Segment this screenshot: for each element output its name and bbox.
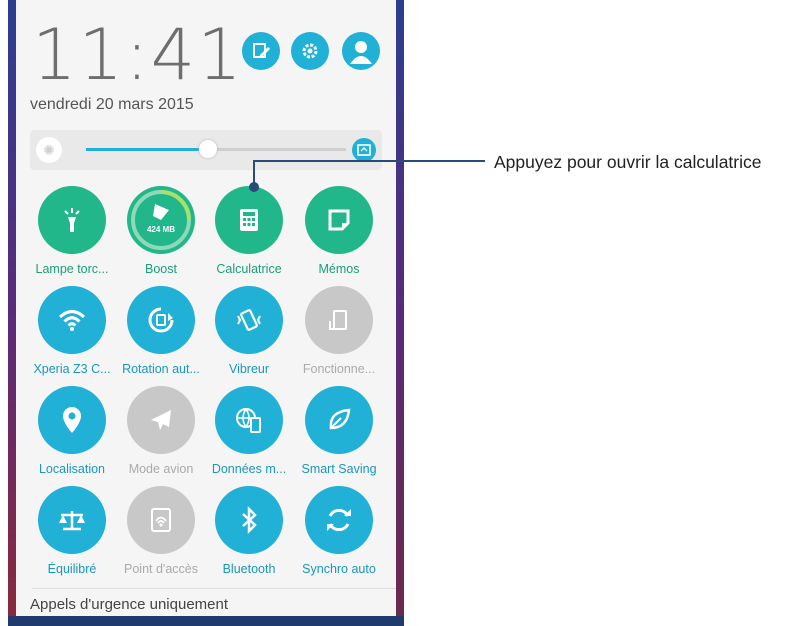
- tile-memo[interactable]: Mémos: [294, 186, 384, 276]
- balance-icon: [57, 507, 87, 533]
- sync-icon: [324, 505, 354, 535]
- tile-bluetooth-button[interactable]: [215, 486, 283, 554]
- tile-label: Point d'accès: [124, 562, 198, 576]
- clock: 11:41: [32, 14, 244, 96]
- tile-location-button[interactable]: [38, 386, 106, 454]
- tile-mobile-data-button[interactable]: [215, 386, 283, 454]
- tile-rotation[interactable]: Rotation aut...: [116, 286, 206, 376]
- brightness-low-icon: ✺: [36, 137, 62, 163]
- edit-button[interactable]: [242, 32, 280, 70]
- tile-sync-button[interactable]: [305, 486, 373, 554]
- callout-dot: [249, 182, 259, 192]
- tile-wifi[interactable]: Xperia Z3 C...: [27, 286, 117, 376]
- tile-label: Fonctionne...: [302, 362, 376, 376]
- wallpaper-edge-right: [396, 0, 404, 626]
- auto-brightness-icon: [357, 144, 371, 156]
- tile-label: Mémos: [318, 262, 360, 276]
- callout-line-horizontal: [253, 160, 485, 162]
- tile-label: Xperia Z3 C...: [33, 362, 111, 376]
- wallpaper-edge-left: [8, 0, 16, 626]
- tile-label: Bluetooth: [222, 562, 276, 576]
- tile-hotspot[interactable]: Point d'accès: [116, 486, 206, 576]
- user-profile-button[interactable]: [342, 32, 380, 70]
- flashlight-icon: [57, 205, 87, 235]
- vibrate-icon: [235, 306, 263, 334]
- auto-brightness-button[interactable]: [352, 138, 376, 162]
- tile-one-hand[interactable]: Fonctionne...: [294, 286, 384, 376]
- brightness-bar: ✺: [30, 130, 382, 170]
- user-icon: [350, 41, 372, 64]
- tile-vibrate[interactable]: Vibreur: [204, 286, 294, 376]
- calculator-icon: [236, 207, 262, 233]
- tile-flashlight[interactable]: Lampe torc...: [27, 186, 117, 276]
- tile-bluetooth[interactable]: Bluetooth: [204, 486, 294, 576]
- tile-label: Smart Saving: [301, 462, 377, 476]
- brightness-slider[interactable]: [86, 140, 346, 158]
- tile-vibrate-button[interactable]: [215, 286, 283, 354]
- tile-boost-button[interactable]: 424 MB: [127, 186, 195, 254]
- tile-flashlight-button[interactable]: [38, 186, 106, 254]
- settings-button[interactable]: [291, 32, 329, 70]
- hotspot-icon: [147, 506, 175, 534]
- wallpaper-edge-bottom: [8, 616, 404, 626]
- tile-label: Rotation aut...: [122, 362, 200, 376]
- tile-label: Boost: [145, 262, 177, 276]
- tile-label: Équilibré: [47, 562, 97, 576]
- edit-icon: [253, 43, 270, 58]
- tile-wifi-button[interactable]: [38, 286, 106, 354]
- svg-text:424 MB: 424 MB: [147, 225, 175, 234]
- callout-text: Appuyez pour ouvrir la calculatrice: [494, 152, 762, 172]
- memo-icon: [326, 207, 352, 233]
- rotation-icon: [146, 305, 176, 335]
- brightness-thumb[interactable]: [199, 140, 218, 158]
- brightness-fill: [86, 148, 209, 151]
- tile-label: Calculatrice: [216, 262, 282, 276]
- tile-balance-button[interactable]: [38, 486, 106, 554]
- one-hand-icon: [326, 307, 352, 333]
- tile-label: Vibreur: [228, 362, 270, 376]
- airplane-icon: [147, 406, 175, 434]
- location-icon: [60, 405, 84, 435]
- wifi-icon: [57, 307, 87, 333]
- leaf-icon: [325, 406, 353, 434]
- tile-boost[interactable]: 424 MB Boost: [116, 186, 206, 276]
- tile-calculator-button[interactable]: [215, 186, 283, 254]
- footer-divider: [32, 588, 396, 589]
- tile-airplane[interactable]: Mode avion: [116, 386, 206, 476]
- tile-rotation-button[interactable]: [127, 286, 195, 354]
- tile-memo-button[interactable]: [305, 186, 373, 254]
- quick-settings-panel: 11:41 vendredi 20 mars 2015 ✺ Lampe torc…: [16, 0, 396, 616]
- date-label: vendredi 20 mars 2015: [30, 96, 194, 113]
- tile-one-hand-button[interactable]: [305, 286, 373, 354]
- tile-airplane-button[interactable]: [127, 386, 195, 454]
- gear-icon: [302, 43, 318, 59]
- emergency-calls-label: Appels d'urgence uniquement: [30, 596, 229, 613]
- bluetooth-icon: [237, 505, 261, 535]
- tile-label: Localisation: [38, 462, 105, 476]
- tile-sync[interactable]: Synchro auto: [294, 486, 384, 576]
- mobile-data-icon: [234, 405, 264, 435]
- boost-icon: 424 MB: [131, 190, 191, 250]
- tile-label: Synchro auto: [302, 562, 376, 576]
- tile-label: Données m...: [211, 462, 287, 476]
- tile-mobile-data[interactable]: Données m...: [204, 386, 294, 476]
- tile-label: Lampe torc...: [35, 262, 109, 276]
- tile-label: Mode avion: [128, 462, 194, 476]
- tile-calculator[interactable]: Calculatrice: [204, 186, 294, 276]
- tile-balance[interactable]: Équilibré: [27, 486, 117, 576]
- tile-leaf[interactable]: Smart Saving: [294, 386, 384, 476]
- tile-location[interactable]: Localisation: [27, 386, 117, 476]
- tile-leaf-button[interactable]: [305, 386, 373, 454]
- tile-hotspot-button[interactable]: [127, 486, 195, 554]
